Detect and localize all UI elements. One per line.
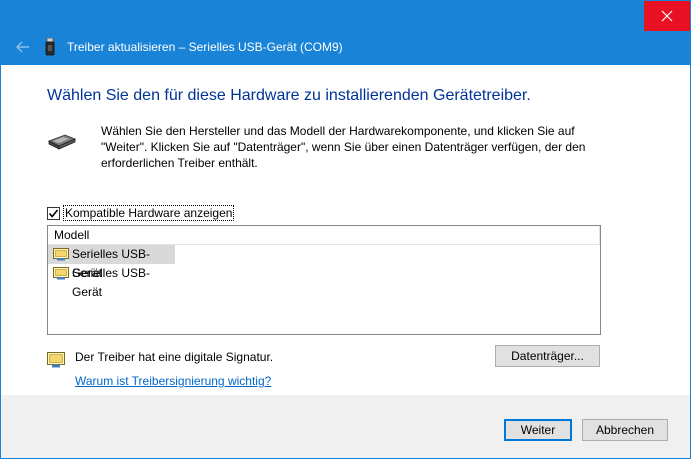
- disk-button[interactable]: Datenträger...: [495, 345, 600, 367]
- signature-status-text: Der Treiber hat eine digitale Signatur.: [75, 350, 274, 364]
- checkmark-icon: [48, 208, 59, 218]
- model-column-header-label: Modell: [54, 228, 90, 242]
- close-button[interactable]: [644, 1, 690, 31]
- cable-connector-icon: [48, 134, 77, 150]
- compatible-hardware-label[interactable]: Kompatible Hardware anzeigen: [63, 205, 235, 221]
- model-listbox[interactable]: Modell Serielles USB-Gerät Serielles USB…: [47, 225, 601, 335]
- signature-info-link[interactable]: Warum ist Treibersignierung wichtig?: [75, 374, 271, 388]
- column-separator: [599, 226, 600, 244]
- dialog-footer: Weiter Abbrechen: [1, 395, 690, 458]
- driver-certificate-icon: [53, 267, 69, 280]
- cancel-button[interactable]: Abbrechen: [582, 419, 668, 441]
- close-icon: [661, 10, 673, 22]
- list-item-label: Serielles USB-Gerät: [72, 266, 151, 299]
- next-button[interactable]: Weiter: [504, 419, 572, 441]
- navigation-row: Treiber aktualisieren – Serielles USB-Ge…: [1, 31, 690, 65]
- back-button[interactable]: [9, 35, 37, 59]
- compatible-hardware-checkbox[interactable]: [47, 206, 60, 220]
- page-heading: Wählen Sie den für diese Hardware zu ins…: [47, 87, 531, 104]
- dialog-title: Treiber aktualisieren – Serielles USB-Ge…: [67, 40, 343, 54]
- model-column-header[interactable]: Modell: [48, 226, 600, 245]
- usb-device-icon: [45, 38, 55, 56]
- driver-update-dialog: Treiber aktualisieren – Serielles USB-Ge…: [0, 0, 691, 459]
- back-arrow-icon: [16, 41, 29, 53]
- list-item[interactable]: Serielles USB-Gerät: [48, 245, 175, 280]
- description-text: Wählen Sie den Hersteller und das Modell…: [101, 124, 586, 170]
- compatible-hardware-checkbox-row[interactable]: Kompatible Hardware anzeigen: [47, 205, 235, 221]
- driver-certificate-icon: [53, 248, 69, 261]
- content-area: Wählen Sie den für diese Hardware zu ins…: [1, 65, 690, 395]
- title-bar-top: [1, 1, 690, 31]
- driver-certificate-icon: [47, 352, 65, 368]
- title-bar: Treiber aktualisieren – Serielles USB-Ge…: [1, 1, 690, 65]
- list-item[interactable]: Serielles USB-Gerät: [48, 264, 175, 299]
